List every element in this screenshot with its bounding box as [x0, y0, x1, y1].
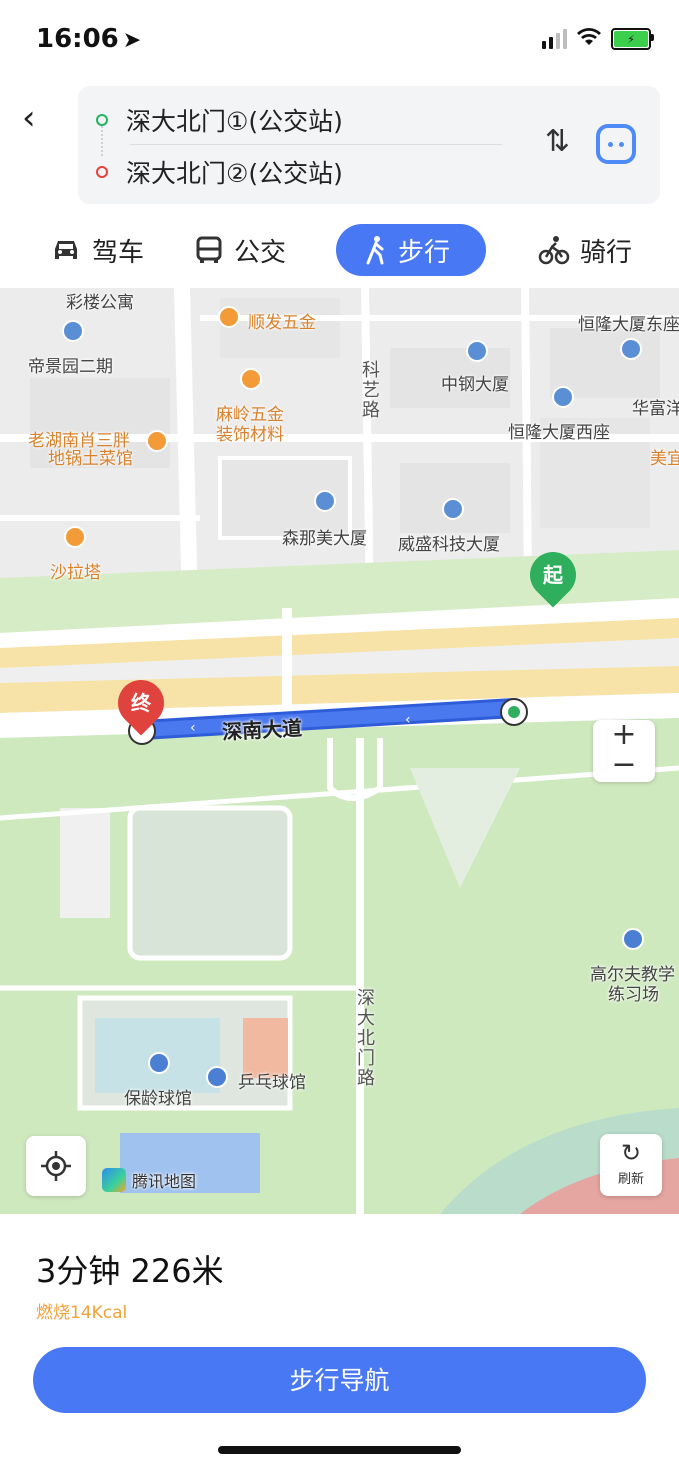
svg-text:‹: ‹	[405, 712, 411, 728]
route-card: 深大北门①(公交站) 深大北门②(公交站) ⇅	[78, 86, 660, 204]
travel-mode-tabs: 驾车 公交 步行 骑行	[0, 222, 679, 280]
poi-label[interactable]: 沙拉塔	[50, 558, 101, 583]
route-summary: 3分钟 226米	[36, 1252, 224, 1290]
assistant-button[interactable]	[596, 124, 636, 164]
locate-me-button[interactable]	[26, 1136, 86, 1196]
road-label-shendabeimen: 深大北门路	[354, 988, 375, 1088]
cellular-signal-icon	[542, 29, 567, 49]
tab-drive-label: 驾车	[92, 237, 145, 268]
building-icon	[442, 498, 464, 520]
home-indicator[interactable]	[218, 1446, 461, 1454]
tab-bus-label: 公交	[234, 237, 287, 268]
tencent-map-logo-icon	[102, 1168, 126, 1192]
status-time: 16:06 ➤	[36, 24, 141, 54]
shop-icon	[240, 368, 262, 390]
back-chevron-icon: ‹	[22, 98, 36, 138]
building-icon	[466, 340, 488, 362]
assistant-eye-right	[619, 141, 624, 147]
start-pin-label: 起	[543, 563, 563, 587]
tab-walk-label: 步行	[398, 237, 451, 268]
origin-field[interactable]: 深大北门①(公交站)	[96, 102, 343, 138]
poi-label[interactable]: 彩楼公寓	[66, 288, 134, 313]
back-button[interactable]: ‹	[22, 98, 52, 138]
sports-icon	[622, 928, 644, 950]
tab-drive[interactable]: 驾车	[50, 224, 144, 276]
poi-label[interactable]: 华富洋	[632, 394, 679, 419]
building-icon	[314, 490, 336, 512]
restaurant-icon	[64, 526, 86, 548]
walk-icon	[366, 236, 384, 265]
status-time-text: 16:06	[36, 24, 119, 54]
tab-bike[interactable]: 骑行	[538, 224, 632, 276]
destination-field[interactable]: 深大北门②(公交站)	[96, 154, 343, 190]
zoom-out-button[interactable]: −	[593, 750, 655, 780]
bus-icon	[196, 236, 222, 263]
start-walk-navigation-button[interactable]: 步行导航	[33, 1347, 646, 1413]
poi-label[interactable]: 装饰材料	[216, 420, 284, 445]
swap-icon: ⇅	[544, 124, 570, 159]
swap-route-button[interactable]: ⇅	[545, 124, 570, 159]
tencent-map-brand: 腾讯地图	[102, 1168, 196, 1192]
poi-label[interactable]: 恒隆大厦西座	[508, 418, 610, 443]
poi-label[interactable]: 保龄球馆	[124, 1084, 192, 1109]
destination-label: 深大北门②(公交站)	[126, 159, 343, 188]
poi-label[interactable]: 练习场	[608, 980, 659, 1005]
zoom-in-button[interactable]: +	[593, 720, 655, 750]
tab-bike-label: 骑行	[580, 237, 633, 268]
poi-label[interactable]: 顺发五金	[248, 308, 316, 333]
destination-dot-icon	[96, 166, 108, 178]
building-icon	[62, 320, 84, 342]
car-icon	[55, 241, 77, 259]
tab-bus[interactable]: 公交	[194, 224, 286, 276]
road-label-shennan: 深南大道	[221, 715, 303, 745]
assistant-eye-left	[608, 141, 613, 147]
restaurant-icon	[146, 430, 168, 452]
brand-label: 腾讯地图	[132, 1172, 197, 1191]
refresh-label: 刷新	[617, 1172, 644, 1187]
poi-label[interactable]: 威盛科技大厦	[398, 530, 500, 555]
building-icon	[552, 386, 574, 408]
end-pin-label: 终	[131, 691, 151, 715]
battery-charging-icon: ⚡	[611, 28, 654, 50]
tab-walk[interactable]: 步行	[336, 224, 486, 276]
refresh-icon: ↻	[620, 1139, 642, 1167]
sports-icon	[148, 1052, 170, 1074]
poi-label[interactable]: 中钢大厦	[441, 370, 509, 395]
building-icon	[620, 338, 642, 360]
battery-bolt-icon: ⚡	[614, 31, 648, 47]
crosshair-icon	[41, 1151, 71, 1181]
refresh-button[interactable]: ↻ 刷新	[600, 1134, 662, 1196]
origin-dot-icon	[96, 114, 108, 126]
origin-label: 深大北门①(公交站)	[126, 107, 343, 136]
svg-text:‹: ‹	[190, 720, 196, 736]
poi-label[interactable]: 恒隆大厦东座	[578, 310, 679, 335]
poi-label[interactable]: 森那美大厦	[282, 524, 367, 549]
zoom-control: + −	[593, 720, 655, 782]
location-arrow-icon: ➤	[122, 28, 142, 53]
bike-icon	[538, 236, 570, 265]
road-label-keyi: 科艺路	[359, 360, 380, 420]
poi-label[interactable]: 帝景园二期	[28, 352, 113, 377]
calorie-info: 燃烧14Kcal	[36, 1303, 128, 1323]
poi-label[interactable]: 地锅土菜馆	[48, 444, 133, 469]
status-icons: ⚡	[542, 28, 654, 50]
poi-label[interactable]: 乒乓球馆	[238, 1068, 306, 1093]
shop-icon	[218, 306, 240, 328]
wifi-icon	[577, 28, 601, 50]
sports-icon	[206, 1066, 228, 1088]
stop-divider	[130, 144, 502, 145]
poi-label[interactable]: 美宜	[650, 444, 679, 469]
map-view[interactable]: ‹ ‹ 彩楼公寓 顺发五金 恒隆大厦东座 帝景园二期 中钢大厦 华富洋 麻岭五金…	[0, 288, 679, 1214]
